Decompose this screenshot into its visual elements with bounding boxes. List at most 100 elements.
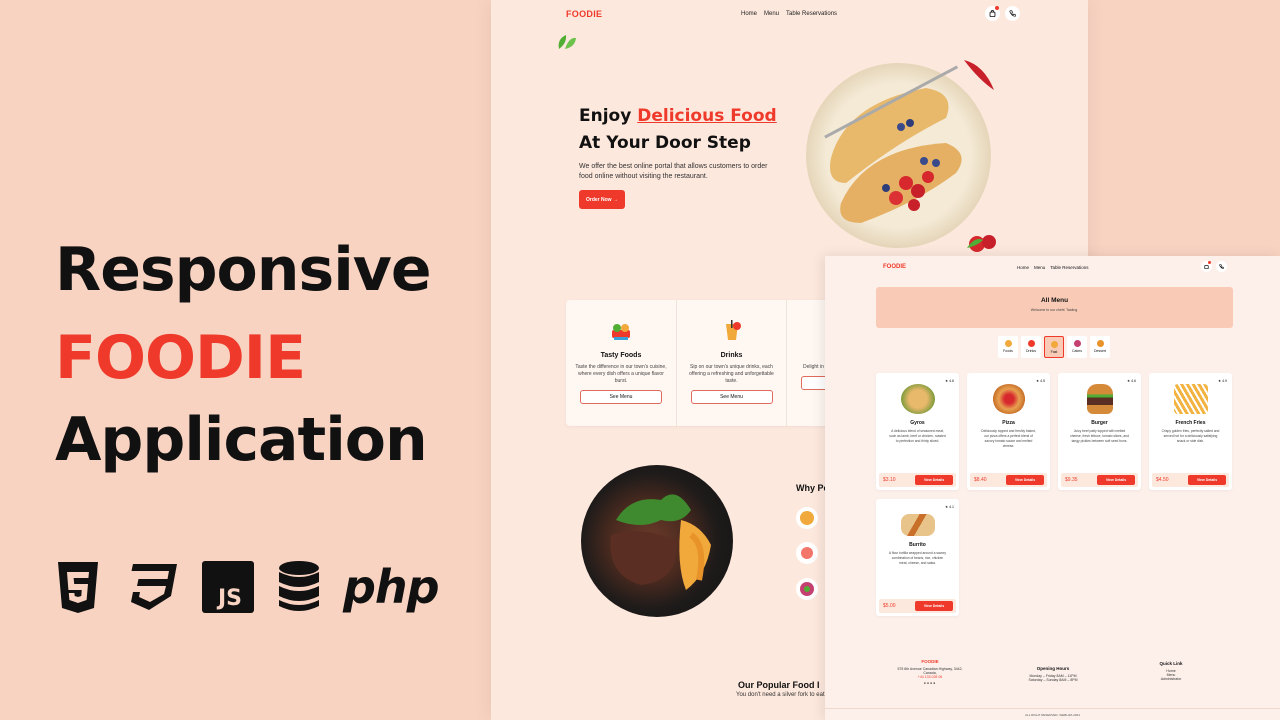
food-name: Burrito [909, 542, 926, 548]
view-details-button[interactable]: View Details [915, 475, 953, 485]
menu-banner: All Menu Welcome to our chefs' Tasting. [876, 287, 1233, 328]
promo-title-line3: Application [55, 405, 428, 475]
view-details-button[interactable]: View Details [915, 601, 953, 611]
food-price: $9.35 [1065, 477, 1078, 483]
hero-title-a: Enjoy [579, 106, 638, 126]
food-price: $4.50 [1156, 477, 1169, 483]
why-item-icon [796, 542, 818, 564]
dessert-icon [1096, 340, 1104, 347]
promo-title-line1: Responsive [55, 235, 432, 305]
tab-foods[interactable]: Foods [998, 336, 1018, 358]
tab-label: Cakes [1072, 349, 1082, 353]
database-icon [277, 560, 321, 614]
chili-decoration-icon [964, 60, 994, 90]
food-name: Burger [1091, 420, 1108, 426]
footer-link-administrator[interactable]: Administrator [1141, 677, 1201, 681]
foods-icon [1004, 340, 1012, 347]
food-desc: Juicy beef patty topped with melted chee… [1070, 429, 1129, 443]
menu-nav-icons [1201, 261, 1227, 272]
tab-dessert[interactable]: Dessert [1090, 336, 1110, 358]
rating: ★ 4.1 [945, 505, 954, 509]
call-button[interactable] [1216, 261, 1227, 272]
food-price: $5.00 [883, 603, 896, 609]
rating-value: 4.6 [1131, 379, 1136, 383]
feature-card-desc: Sip on our town's unique drinks, each of… [689, 364, 774, 384]
view-details-button[interactable]: View Details [1188, 475, 1226, 485]
food-price: $8.40 [974, 477, 987, 483]
social-icons: ●●●● [895, 681, 965, 685]
see-menu-button[interactable]: See Menu [580, 390, 662, 404]
price-bar: $5.00 View Details [879, 599, 956, 613]
nav-menu[interactable]: Menu [1034, 265, 1045, 270]
tomato-decoration-icon [967, 235, 996, 252]
burger-icon [800, 511, 814, 525]
hero-description: We offer the best online portal that all… [579, 163, 768, 180]
view-details-button[interactable]: View Details [1097, 475, 1135, 485]
food-desc: A delicious blend of seasoned meat, such… [889, 429, 946, 443]
see-menu-button[interactable]: See Menu [690, 390, 773, 404]
menu-nav-links: Home Menu Table Reservations [1017, 265, 1089, 270]
food-card-burrito: ★ 4.1 Burrito A flour tortilla wrapped a… [876, 499, 959, 616]
menu-page-screenshot: FOODIE Home Menu Table Reservations All … [825, 256, 1280, 720]
salad-icon [800, 582, 814, 596]
call-button[interactable] [1005, 6, 1020, 21]
cart-badge [995, 6, 999, 10]
site-logo[interactable]: FOODIE [566, 9, 602, 19]
nav-table-reservations[interactable]: Table Reservations [786, 11, 837, 17]
delivery-icon [801, 547, 813, 559]
html5-icon [55, 560, 101, 614]
order-now-button[interactable]: Order Now → [579, 190, 625, 209]
footer-hours-column: Opening Hours Monday – Friday 8AM – 11PM… [1018, 666, 1088, 682]
rating-value: 4.5 [1040, 379, 1045, 383]
price-bar: $4.50 View Details [1152, 473, 1229, 487]
promo-panel: Responsive FOODIE Application JS php [0, 0, 490, 720]
nav-home[interactable]: Home [1017, 265, 1029, 270]
price-bar: $9.35 View Details [1061, 473, 1138, 487]
cakes-icon [1073, 340, 1081, 347]
feature-card-desc: Taste the difference in our town's cuisi… [575, 364, 667, 384]
footer-phone[interactable]: +44 133 028 06 [895, 675, 965, 679]
nav-links: Home Menu Table Reservations [741, 11, 837, 17]
bag-icon [1204, 265, 1209, 269]
cart-button[interactable] [1201, 261, 1212, 272]
footer-address: 575 6th Avenue Canadian Highway, 3442, C… [897, 667, 963, 675]
cart-badge [1208, 261, 1211, 264]
tab-drinks[interactable]: Drinks [1021, 336, 1041, 358]
hero-heading: Enjoy Delicious Food At Your Door Step [579, 103, 777, 157]
nav-menu[interactable]: Menu [764, 11, 779, 17]
food-card-gyros: ★ 4.6 Gyros A delicious blend of seasone… [876, 373, 959, 490]
feature-card-title: Drinks [720, 352, 743, 359]
pizza-image [991, 384, 1026, 414]
feature-card-tasty-foods: Tasty Foods Taste the difference in our … [566, 300, 676, 426]
footer-links-title: Quick Link [1159, 661, 1183, 666]
fries-image [1173, 384, 1208, 414]
rating-value: 4.1 [949, 505, 954, 509]
food-name: French Fries [1175, 420, 1206, 426]
tab-fast[interactable]: Fast [1044, 336, 1064, 358]
promo-title-line2: FOODIE [55, 323, 306, 393]
food-price: $3.10 [883, 477, 896, 483]
nav-icons [985, 6, 1020, 21]
price-bar: $3.10 View Details [879, 473, 956, 487]
rating: ★ 4.9 [1218, 379, 1227, 383]
phone-icon [1009, 10, 1016, 17]
tab-label: Foods [1003, 349, 1013, 353]
tech-stack: JS php [55, 560, 440, 614]
cart-button[interactable] [985, 6, 1000, 21]
twitter-icon[interactable]: ● [933, 681, 936, 685]
nav-home[interactable]: Home [741, 11, 757, 17]
tab-cakes[interactable]: Cakes [1067, 336, 1087, 358]
menu-banner-title: All Menu [1040, 297, 1069, 304]
feature-card-title: Tasty Foods [600, 352, 642, 359]
tasty-foods-icon [612, 324, 630, 340]
hero-title-highlight: Delicious Food [637, 106, 777, 126]
food-desc: Crispy golden fries, perfectly salted an… [1161, 429, 1220, 443]
nav-table-reservations[interactable]: Table Reservations [1050, 265, 1088, 270]
food-card-burger: ★ 4.6 Burger Juicy beef patty topped wit… [1058, 373, 1141, 490]
rating-value: 4.6 [949, 379, 954, 383]
food-name: Gyros [910, 420, 925, 426]
view-details-button[interactable]: View Details [1006, 475, 1044, 485]
food-card-french-fries: ★ 4.9 French Fries Crispy golden fries, … [1149, 373, 1232, 490]
price-bar: $8.40 View Details [970, 473, 1047, 487]
menu-site-logo[interactable]: FOODIE [883, 264, 906, 270]
